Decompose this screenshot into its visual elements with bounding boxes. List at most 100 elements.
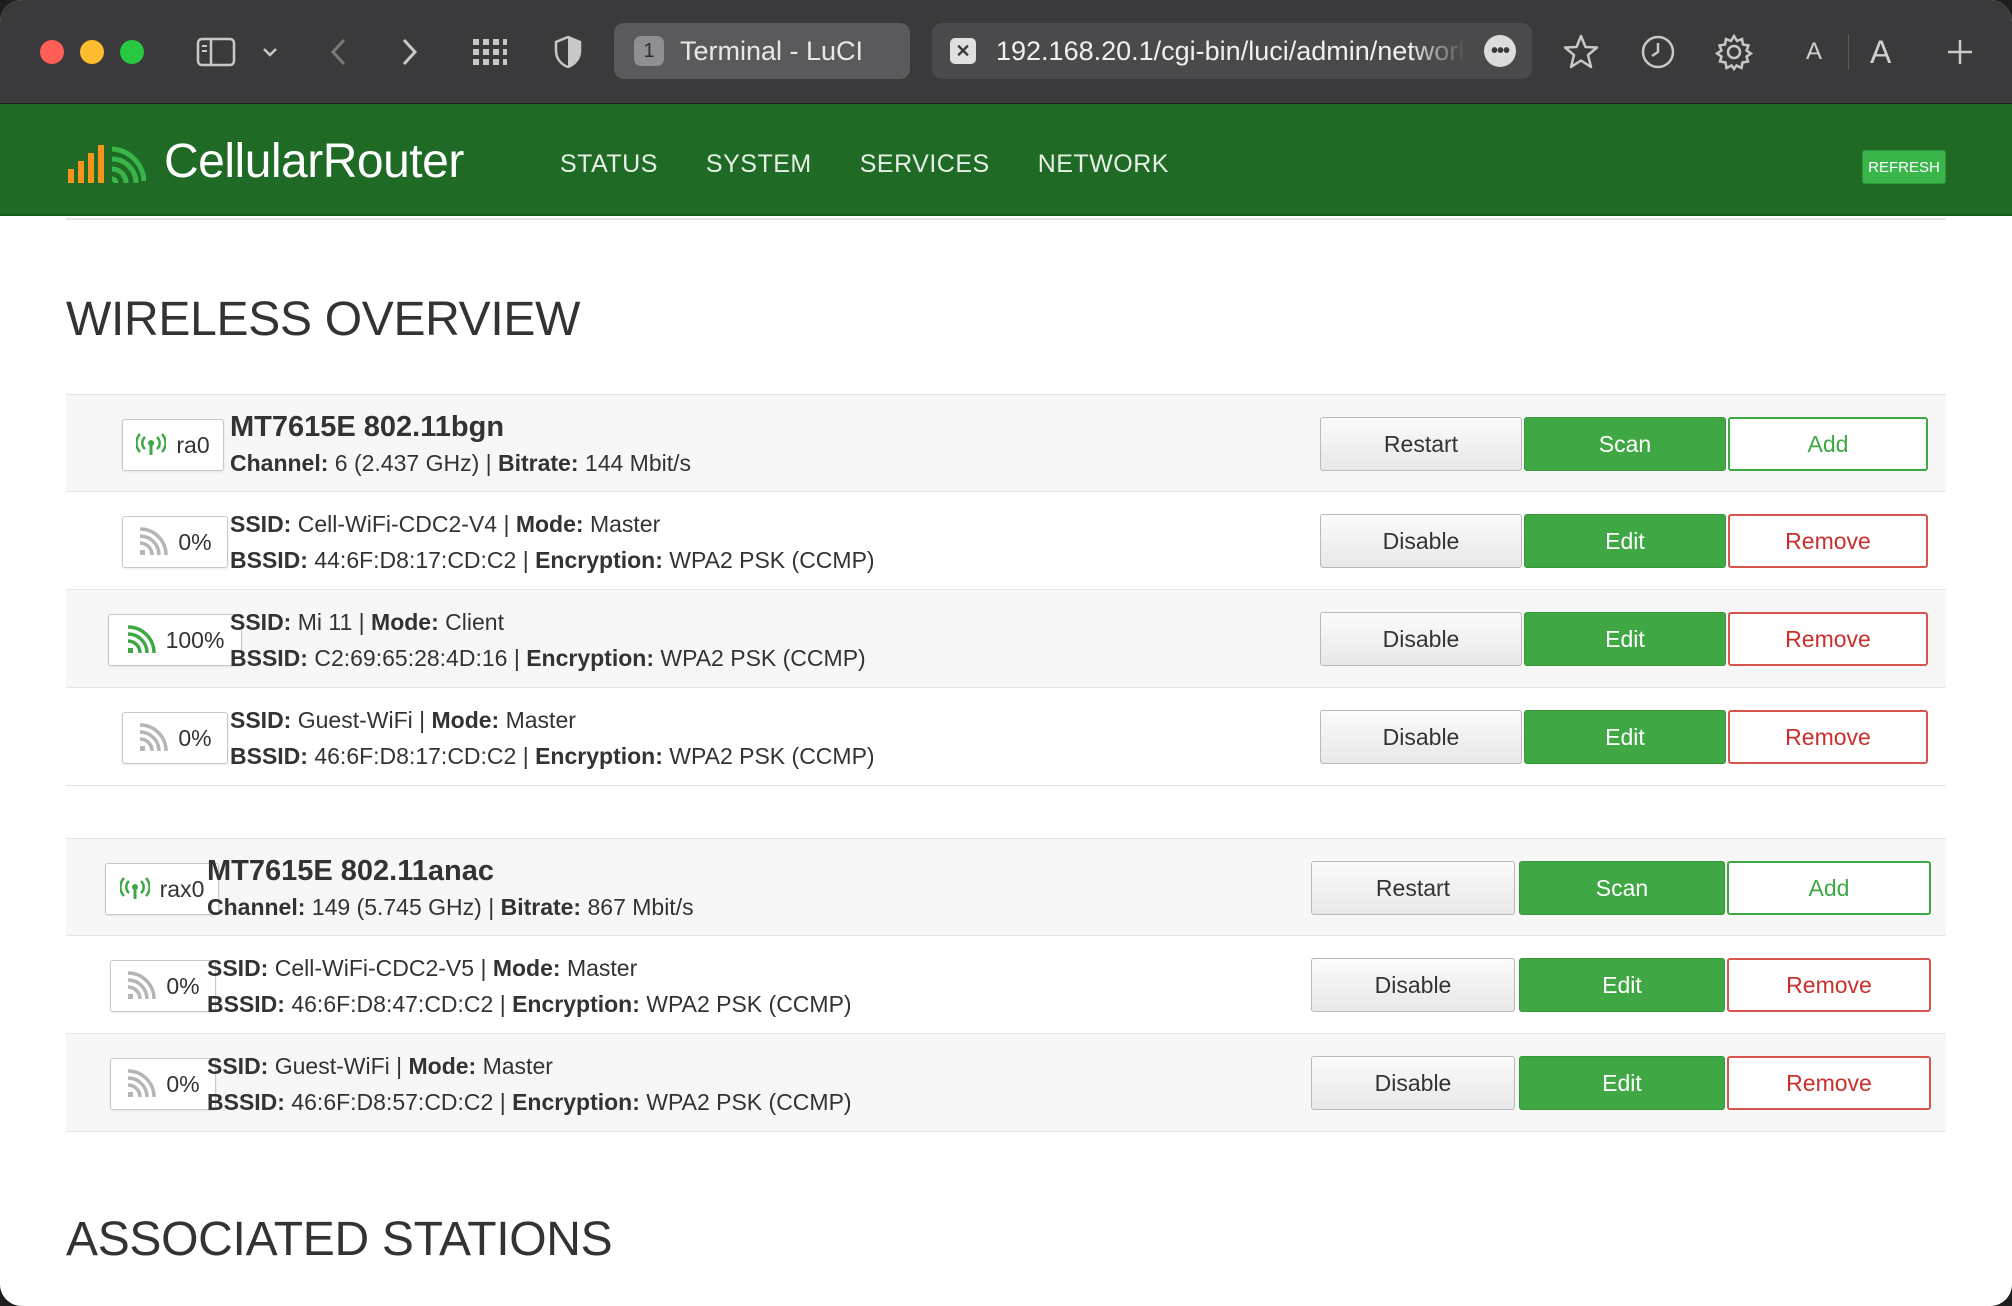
bitrate-label: Bitrate: — [498, 450, 579, 476]
ssid-line: SSID: Cell-WiFi-CDC2-V4 | Mode: Master — [230, 511, 661, 537]
bssid-value: C2:69:65:28:4D:16 — [314, 645, 508, 671]
edit-button[interactable]: Edit — [1519, 958, 1725, 1012]
antenna-icon — [119, 877, 150, 899]
more-options-icon[interactable]: ••• — [1484, 35, 1516, 67]
scan-button[interactable]: Scan — [1524, 417, 1726, 471]
add-button[interactable]: Add — [1727, 861, 1931, 915]
signal-value: 0% — [178, 724, 212, 751]
radio-row: ra0 MT7615E 802.11bgn Channel: 6 (2.437 … — [66, 394, 1946, 492]
bssid-value: 46:6F:D8:57:CD:C2 — [291, 1089, 494, 1115]
encryption-value: WPA2 PSK (CCMP) — [646, 991, 852, 1017]
remove-button[interactable]: Remove — [1728, 612, 1928, 666]
chevron-down-icon[interactable] — [258, 30, 282, 74]
back-icon[interactable] — [322, 30, 356, 74]
ssid-value: Guest-WiFi — [274, 1053, 390, 1079]
nav-services[interactable]: SERVICES — [860, 150, 990, 179]
sidebar-icon[interactable] — [194, 30, 238, 74]
disable-button[interactable]: Disable — [1311, 958, 1515, 1012]
signal-none-icon — [140, 723, 169, 752]
network-info: SSID: Cell-WiFi-CDC2-V5 | Mode: Master B… — [207, 950, 852, 1022]
ssid-label: SSID: — [230, 609, 292, 635]
ssid-line: SSID: Guest-WiFi | Mode: Master — [230, 707, 576, 733]
disable-button[interactable]: Disable — [1320, 710, 1522, 764]
ssid-value: Cell-WiFi-CDC2-V4 — [297, 511, 498, 537]
device-badge: rax0 — [105, 863, 219, 915]
url-text: 192.168.20.1/cgi-bin/luci/admin/network — [996, 35, 1466, 66]
address-bar[interactable]: ✕ 192.168.20.1/cgi-bin/luci/admin/networ… — [932, 23, 1532, 79]
mode-label: Mode: — [408, 1053, 477, 1079]
disable-button[interactable]: Disable — [1320, 514, 1522, 568]
restart-button[interactable]: Restart — [1311, 861, 1515, 915]
network-info: SSID: Cell-WiFi-CDC2-V4 | Mode: Master B… — [230, 506, 875, 578]
bssid-label: BSSID: — [230, 743, 308, 769]
disable-button[interactable]: Disable — [1320, 612, 1522, 666]
mode-value: Master — [566, 955, 638, 981]
nav-system[interactable]: SYSTEM — [706, 150, 812, 179]
ssid-label: SSID: — [230, 511, 292, 537]
bssid-label: BSSID: — [207, 1089, 285, 1115]
mode-value: Master — [482, 1053, 553, 1079]
signal-value: 0% — [166, 972, 200, 999]
network-info: SSID: Guest-WiFi | Mode: Master BSSID: 4… — [207, 1048, 852, 1120]
forward-icon[interactable] — [392, 30, 426, 74]
minimize-window-button[interactable] — [80, 40, 104, 64]
scan-button[interactable]: Scan — [1519, 861, 1725, 915]
nav-status[interactable]: STATUS — [560, 150, 658, 179]
shield-icon[interactable] — [552, 30, 584, 74]
signal-none-icon — [128, 1069, 157, 1098]
channel-label: Channel: — [207, 894, 306, 920]
signal-badge: 0% — [110, 1058, 216, 1110]
decrease-font-button[interactable]: A — [1806, 30, 1822, 74]
ssid-line: SSID: Mi 11 | Mode: Client — [230, 609, 504, 635]
signal-badge: 0% — [110, 960, 216, 1012]
ssid-line: SSID: Guest-WiFi | Mode: Master — [207, 1053, 553, 1079]
network-info: SSID: Mi 11 | Mode: Client BSSID: C2:69:… — [230, 604, 866, 676]
device-name: rax0 — [159, 875, 205, 902]
browser-toolbar: 1 Terminal - LuCI ✕ 192.168.20.1/cgi-bin… — [0, 0, 2012, 104]
history-icon[interactable] — [1638, 30, 1678, 74]
close-tab-icon[interactable]: ✕ — [950, 38, 976, 64]
tab-terminal-luci[interactable]: 1 Terminal - LuCI — [614, 23, 910, 79]
bssid-value: 46:6F:D8:17:CD:C2 — [314, 743, 517, 769]
edit-button[interactable]: Edit — [1524, 514, 1726, 568]
signal-badge: 0% — [122, 516, 228, 568]
close-window-button[interactable] — [40, 40, 64, 64]
radio-name: MT7615E 802.11anac — [207, 855, 494, 887]
bitrate-label: Bitrate: — [500, 894, 582, 920]
bssid-line: BSSID: 46:6F:D8:57:CD:C2 | Encryption: W… — [207, 1089, 852, 1115]
edit-button[interactable]: Edit — [1524, 710, 1726, 764]
toolbar-divider — [1848, 34, 1849, 70]
network-row: 0% SSID: Guest-WiFi | Mode: Master BSSID… — [66, 1034, 1946, 1132]
mode-value: Master — [505, 707, 576, 733]
edit-button[interactable]: Edit — [1519, 1056, 1725, 1110]
increase-font-button[interactable]: A — [1870, 30, 1891, 74]
add-button[interactable]: Add — [1728, 417, 1928, 471]
nav-network[interactable]: NETWORK — [1038, 150, 1169, 179]
channel-label: Channel: — [230, 450, 329, 476]
grid-icon[interactable] — [470, 30, 510, 74]
new-tab-icon[interactable] — [1942, 30, 1978, 74]
brand[interactable]: CellularRouter — [66, 134, 464, 189]
gear-icon[interactable] — [1714, 30, 1754, 74]
remove-button[interactable]: Remove — [1728, 710, 1928, 764]
zoom-window-button[interactable] — [120, 40, 144, 64]
signal-badge: 0% — [122, 712, 228, 764]
remove-button[interactable]: Remove — [1727, 958, 1931, 1012]
signal-none-icon — [140, 527, 169, 556]
radio-name: MT7615E 802.11bgn — [230, 411, 505, 443]
restart-button[interactable]: Restart — [1320, 417, 1522, 471]
encryption-label: Encryption: — [535, 743, 663, 769]
bitrate-value: 144 Mbit/s — [584, 450, 692, 476]
disable-button[interactable]: Disable — [1311, 1056, 1515, 1110]
browser-window: 1 Terminal - LuCI ✕ 192.168.20.1/cgi-bin… — [0, 0, 2012, 1306]
remove-button[interactable]: Remove — [1728, 514, 1928, 568]
edit-button[interactable]: Edit — [1524, 612, 1726, 666]
router-header: CellularRouter STATUS SYSTEM SERVICES NE… — [0, 104, 2012, 216]
refresh-button[interactable]: REFRESH — [1862, 150, 1946, 184]
tab-number: 1 — [634, 36, 664, 66]
encryption-value: WPA2 PSK (CCMP) — [669, 743, 875, 769]
signal-badge: 100% — [108, 614, 242, 666]
remove-button[interactable]: Remove — [1727, 1056, 1931, 1110]
channel-value: 149 (5.745 GHz) — [311, 894, 482, 920]
star-icon[interactable] — [1560, 30, 1602, 74]
